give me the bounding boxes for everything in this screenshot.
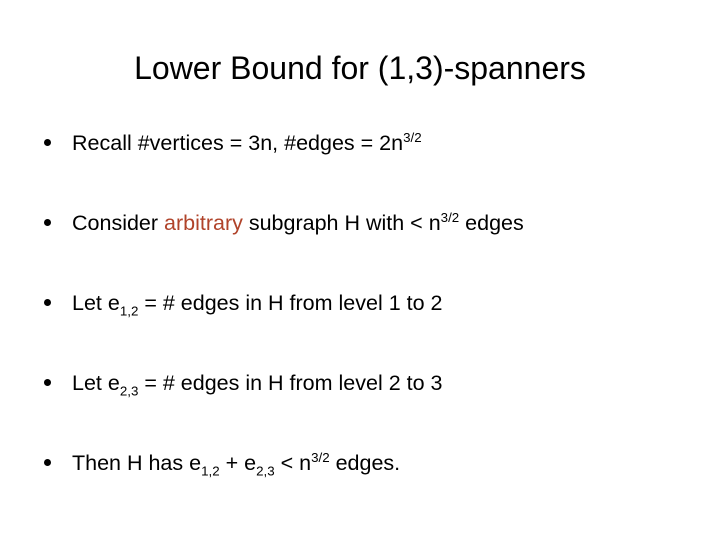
text-run: Let e xyxy=(72,291,120,315)
subscript-text: 2,3 xyxy=(256,463,275,479)
text-run: edges xyxy=(459,211,524,235)
text-run: Then H has e xyxy=(72,451,202,475)
text-run: + e xyxy=(219,451,257,475)
list-item: Recall #vertices = 3n, #edges = 2n3/2 xyxy=(38,128,698,208)
exponent-text: 3/2 xyxy=(403,129,422,145)
bullet-dot-icon xyxy=(44,459,51,466)
list-item-label: Recall #vertices = 3n, #edges = 2n3/2 xyxy=(72,131,422,155)
slide-canvas: Lower Bound for (1,3)-spanners Recall #v… xyxy=(0,0,720,540)
text-run: Let e xyxy=(72,371,120,395)
list-item: Then H has e1,2 + e2,3 < n3/2 edges. xyxy=(38,448,698,528)
text-run: < n xyxy=(274,451,312,475)
list-item: Let e2,3 = # edges in H from level 2 to … xyxy=(38,368,698,448)
exponent-text: 3/2 xyxy=(440,209,460,225)
list-item: Consider arbitrary subgraph H with < n3/… xyxy=(38,208,698,288)
list-item-label: Then H has e1,2 + e2,3 < n3/2 edges. xyxy=(72,449,401,479)
subscript-text: 1,2 xyxy=(201,463,220,479)
subscript-text: 1,2 xyxy=(119,303,139,319)
list-item-label: Let e1,2 = # edges in H from level 1 to … xyxy=(72,291,443,319)
list-item-label: Consider arbitrary subgraph H with < n3/… xyxy=(72,211,524,235)
text-run: = # edges in H from level 1 to 2 xyxy=(138,291,443,315)
text-run: Recall #vertices = 3n, #edges = 2n xyxy=(72,131,404,155)
text-run: = # edges in H from level 2 to 3 xyxy=(138,371,443,395)
list-item-label: Let e2,3 = # edges in H from level 2 to … xyxy=(72,371,443,399)
text-run: Consider xyxy=(72,211,165,235)
text-run: edges. xyxy=(329,451,401,475)
list-item: Let e1,2 = # edges in H from level 1 to … xyxy=(38,288,698,368)
page-title: Lower Bound for (1,3)-spanners xyxy=(134,50,586,86)
emphasis-text: arbitrary xyxy=(164,211,243,235)
subscript-text: 2,3 xyxy=(119,383,139,399)
bullet-dot-icon xyxy=(44,379,51,386)
text-run: subgraph H with < n xyxy=(242,211,441,235)
exponent-text: 3/2 xyxy=(311,449,330,465)
bullet-dot-icon xyxy=(44,219,51,226)
bullet-list: Recall #vertices = 3n, #edges = 2n3/2 Con… xyxy=(38,128,698,528)
bullet-dot-icon xyxy=(44,139,51,146)
bullet-dot-icon xyxy=(44,299,51,306)
